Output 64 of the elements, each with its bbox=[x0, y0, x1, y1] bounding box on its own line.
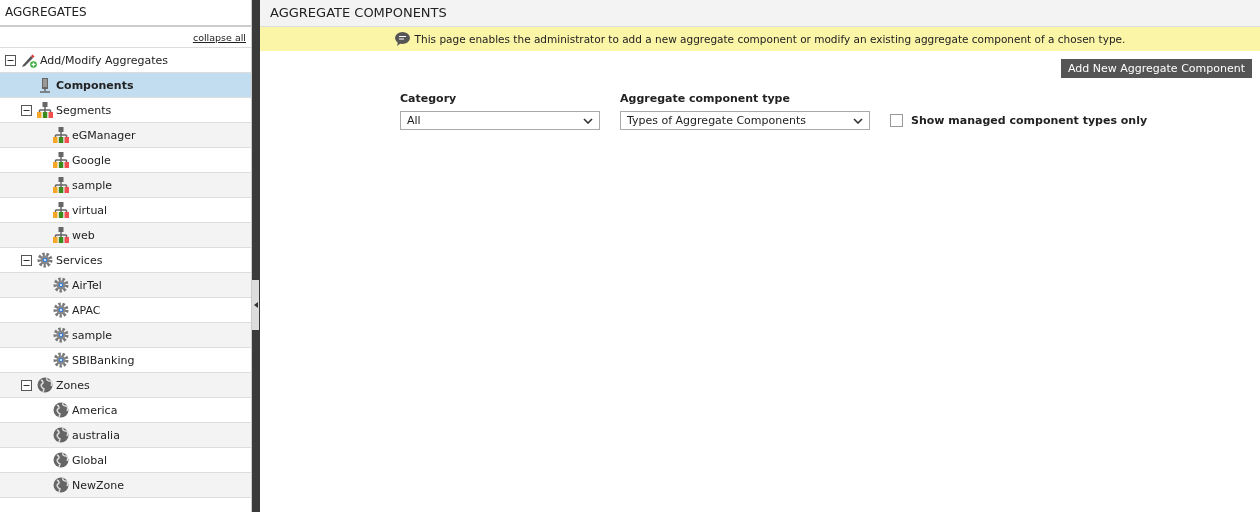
gear-icon bbox=[53, 352, 69, 368]
tree-item[interactable]: eGManager bbox=[0, 123, 251, 148]
gear-icon bbox=[37, 252, 53, 268]
tree-label: Add/Modify Aggregates bbox=[40, 53, 169, 67]
collapse-sidebar-handle[interactable] bbox=[252, 280, 259, 330]
tree-label: Services bbox=[56, 253, 103, 267]
checkbox-label: Show managed component types only bbox=[911, 114, 1148, 127]
field-label: Aggregate component type bbox=[620, 92, 791, 105]
chevron-down-icon bbox=[583, 117, 593, 124]
network-icon bbox=[53, 177, 69, 193]
globe-icon bbox=[53, 477, 69, 493]
tree-label: australia bbox=[72, 428, 120, 442]
field-label: Category bbox=[400, 92, 458, 105]
collapse-icon[interactable] bbox=[21, 379, 32, 391]
collapse-icon[interactable] bbox=[21, 104, 32, 116]
tree-label: web bbox=[72, 228, 95, 242]
globe-icon bbox=[53, 402, 69, 418]
gear-icon bbox=[53, 277, 69, 293]
tree-item[interactable]: sample bbox=[0, 173, 251, 198]
tree-item[interactable]: Zones bbox=[0, 373, 251, 398]
gear-icon bbox=[53, 327, 69, 343]
collapse-icon[interactable] bbox=[5, 54, 16, 66]
collapse-all-link[interactable]: collapse all bbox=[192, 31, 246, 43]
sidebar-title: AGGREGATES bbox=[0, 0, 251, 27]
tree-item[interactable]: australia bbox=[0, 423, 251, 448]
gear-icon bbox=[53, 302, 69, 318]
tree-label: AirTel bbox=[72, 278, 102, 292]
collapse-icon[interactable] bbox=[21, 254, 32, 266]
tree-label: NewZone bbox=[72, 478, 124, 492]
speech-bubble-icon bbox=[394, 32, 410, 46]
add-component-button[interactable]: Add New Aggregate Component bbox=[1061, 59, 1252, 78]
globe-icon bbox=[53, 427, 69, 443]
network-icon bbox=[53, 227, 69, 243]
tree-item[interactable]: Components bbox=[0, 73, 251, 98]
page-title: AGGREGATE COMPONENTS bbox=[260, 0, 1260, 27]
tree-label: Global bbox=[72, 453, 108, 467]
tree-label: sample bbox=[72, 178, 112, 192]
tree-label: America bbox=[72, 403, 118, 417]
network-icon bbox=[37, 102, 53, 118]
tree-label: Zones bbox=[56, 378, 90, 392]
network-icon bbox=[53, 127, 69, 143]
tree-label: Components bbox=[56, 78, 134, 92]
network-icon bbox=[53, 202, 69, 218]
tree-item[interactable]: AirTel bbox=[0, 273, 251, 298]
category-dropdown[interactable]: All bbox=[400, 111, 600, 130]
network-icon bbox=[53, 152, 69, 168]
tree-label: sample bbox=[72, 328, 112, 342]
tree-label: virtual bbox=[72, 203, 108, 217]
checkbox[interactable] bbox=[890, 114, 903, 127]
tree-item[interactable]: NewZone bbox=[0, 473, 251, 498]
tree-label: Segments bbox=[56, 103, 112, 117]
type-dropdown[interactable]: Types of Aggregate Components bbox=[620, 111, 870, 130]
tree-label: SBIBanking bbox=[72, 353, 135, 367]
info-text: This page enables the administrator to add a new aggregate component or modify an existing aggregate component of a chosen type. bbox=[414, 33, 1126, 45]
chevron-down-icon bbox=[853, 117, 863, 124]
tree-label: Google bbox=[72, 153, 111, 167]
server-icon bbox=[37, 77, 53, 93]
pencil-add-icon bbox=[21, 52, 37, 68]
globe-icon bbox=[53, 452, 69, 468]
tree-label: APAC bbox=[72, 303, 101, 317]
tree-item[interactable]: web bbox=[0, 223, 251, 248]
tree-item[interactable]: sample bbox=[0, 323, 251, 348]
globe-icon bbox=[37, 377, 53, 393]
tree-label: eGManager bbox=[72, 128, 136, 142]
